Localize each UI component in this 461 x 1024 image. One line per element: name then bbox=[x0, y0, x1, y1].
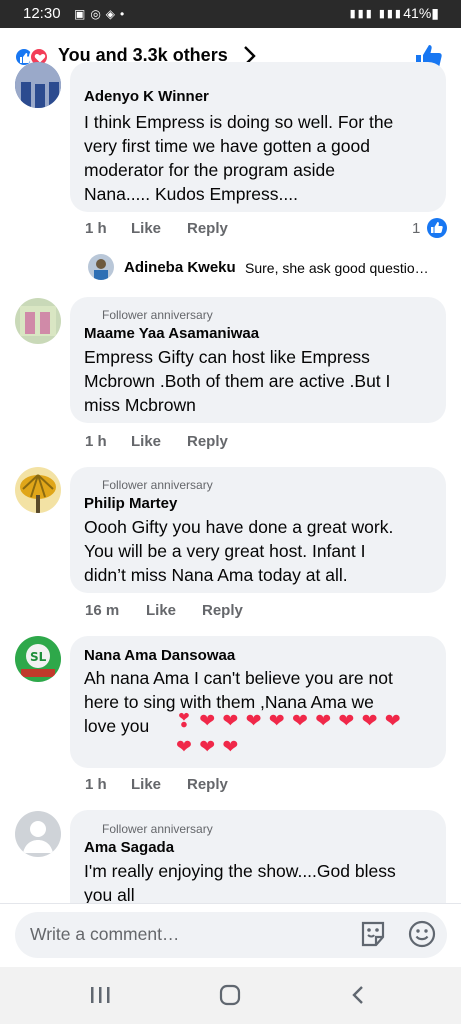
comment-bubble[interactable]: Nana Ama Dansowaa Ah nana Ama I can't be… bbox=[70, 636, 446, 768]
reply-preview-text[interactable]: Sure, she ask good questio… bbox=[245, 260, 429, 276]
reply-button[interactable]: Reply bbox=[187, 220, 228, 237]
follower-anniversary-badge: Follower anniversary bbox=[102, 478, 213, 492]
comment-author[interactable]: Maame Yaa Asamaniwaa bbox=[84, 325, 259, 342]
follower-anniversary-badge: Follower anniversary bbox=[102, 308, 213, 322]
avatar[interactable] bbox=[15, 298, 61, 344]
comment-bubble[interactable]: Follower anniversary Philip Martey Oooh … bbox=[70, 467, 446, 593]
home-icon[interactable] bbox=[218, 984, 242, 1006]
comment-text: Oooh Gifty you have done a great work. Y… bbox=[84, 517, 394, 585]
sticker-icon[interactable] bbox=[358, 919, 388, 949]
comment-time: 1 h bbox=[85, 433, 107, 450]
comment-bubble[interactable]: Follower anniversary Maame Yaa Asamaniwa… bbox=[70, 297, 446, 423]
comment-time: 16 m bbox=[85, 602, 120, 619]
reply-button[interactable]: Reply bbox=[187, 776, 228, 793]
comment-time: 1 h bbox=[85, 776, 107, 793]
notification-icons: ▣◎◈• bbox=[74, 7, 130, 21]
emoji-icon[interactable] bbox=[407, 919, 437, 949]
reply-button[interactable]: Reply bbox=[187, 433, 228, 450]
comment-text: I'm really enjoying the show....God bles… bbox=[84, 861, 396, 905]
battery-indicator: 41%▮ bbox=[403, 5, 439, 21]
reply-avatar[interactable] bbox=[88, 254, 114, 280]
reply-button[interactable]: Reply bbox=[202, 602, 243, 619]
avatar[interactable]: SL bbox=[15, 636, 61, 682]
recent-apps-icon[interactable] bbox=[88, 985, 112, 1005]
comment-author[interactable]: Philip Martey bbox=[84, 495, 177, 512]
comment-time: 1 h bbox=[85, 220, 107, 237]
default-avatar[interactable] bbox=[15, 811, 61, 857]
comment-input-placeholder[interactable]: Write a comment… bbox=[30, 924, 179, 945]
like-count-icon bbox=[427, 218, 447, 238]
svg-text:SL: SL bbox=[30, 650, 47, 664]
signal-icons: ▮▮▮ ▮▮▮ bbox=[349, 8, 403, 20]
back-icon[interactable] bbox=[348, 984, 368, 1006]
reaction-count[interactable]: 1 bbox=[412, 220, 420, 237]
avatar[interactable] bbox=[15, 467, 61, 513]
like-button[interactable]: Like bbox=[131, 776, 161, 793]
comment-bubble[interactable]: Adenyo K Winner I think Empress is doing… bbox=[70, 62, 446, 212]
comment-text: Empress Gifty can host like Empress Mcbr… bbox=[84, 347, 391, 415]
comment-author[interactable]: Adenyo K Winner bbox=[84, 88, 209, 105]
comment-author[interactable]: Nana Ama Dansowaa bbox=[84, 647, 235, 664]
status-bar: 12:30 ▣◎◈• ▮▮▮ ▮▮▮ 41%▮ bbox=[0, 0, 461, 28]
heart-emojis: ❣ ❤ ❤ ❤ ❤ ❤ ❤ ❤ ❤ ❤ ❤ ❤ ❤ bbox=[176, 711, 402, 758]
like-button[interactable]: Like bbox=[146, 602, 176, 619]
like-button[interactable]: Like bbox=[131, 433, 161, 450]
like-button[interactable]: Like bbox=[131, 220, 161, 237]
comment-text: I think Empress is doing so well. For th… bbox=[84, 112, 394, 204]
comment-author[interactable]: Ama Sagada bbox=[84, 839, 174, 856]
avatar[interactable] bbox=[15, 62, 61, 108]
status-time: 12:30 bbox=[23, 5, 61, 22]
follower-anniversary-badge: Follower anniversary bbox=[102, 822, 213, 836]
reply-author[interactable]: Adineba Kweku bbox=[124, 259, 236, 276]
